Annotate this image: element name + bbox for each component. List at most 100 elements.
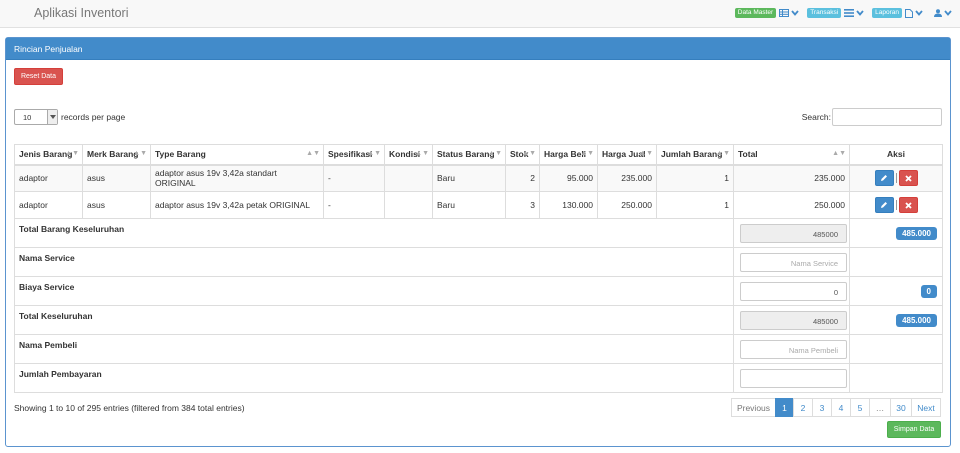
col-stok[interactable]: Stok ▲▼ — [505, 144, 540, 166]
page-previous[interactable]: Previous — [731, 398, 776, 417]
app-title[interactable]: Aplikasi Inventori — [34, 6, 129, 20]
panel-title: Rincian Penjualan — [6, 38, 950, 60]
cell-status: Baru — [432, 191, 506, 219]
total-barang-cell: 485000 — [733, 218, 850, 248]
nav-data-master[interactable]: Data Master — [734, 8, 799, 18]
summary-row-nama-pembeli: Nama Pembeli Nama Pembeli — [14, 334, 943, 364]
nav-user-menu[interactable] — [931, 9, 952, 17]
sort-icon: ▲▼ — [367, 150, 381, 157]
nama-pembeli-input[interactable]: Nama Pembeli — [740, 339, 847, 359]
col-jenis-barang[interactable]: Jenis Barang ▲▼ — [14, 144, 83, 166]
biaya-service-label: Biaya Service — [14, 276, 734, 306]
jumlah-pembayaran-input[interactable] — [740, 368, 847, 388]
cell-harga-jual: 235.000 — [597, 164, 657, 192]
save-data-button[interactable]: Simpan Data — [887, 421, 941, 438]
delete-button[interactable] — [898, 170, 918, 187]
pencil-icon — [881, 175, 887, 182]
cell-jenis: adaptor — [14, 191, 83, 219]
page-ellipsis: … — [869, 398, 891, 417]
total-keseluruhan-badge-cell: 485.000 — [849, 305, 943, 335]
total-keseluruhan-badge: 485.000 — [896, 313, 937, 327]
col-type-barang[interactable]: Type Barang ▲▼ — [150, 144, 324, 166]
cell-type: adaptor asus 19v 3,42a petak ORIGINAL — [150, 191, 324, 219]
cell-aksi — [849, 164, 943, 192]
sort-icon: ▲▼ — [133, 150, 147, 157]
col-status-barang[interactable]: Status Barang ▲▼ — [432, 144, 506, 166]
jumlah-pembayaran-cell — [733, 363, 850, 393]
col-merk-barang[interactable]: Merk Barang ▲▼ — [82, 144, 151, 166]
total-keseluruhan-field: 485000 — [740, 310, 847, 330]
summary-row-biaya-service: Biaya Service 0 0 — [14, 276, 943, 306]
page-30[interactable]: 30 — [890, 398, 912, 417]
sort-icon: ▲▼ — [65, 150, 79, 157]
action-separator — [895, 173, 897, 184]
page-3[interactable]: 3 — [812, 398, 832, 417]
col-total[interactable]: Total ▲▼ — [733, 144, 850, 166]
cell-stok: 3 — [505, 191, 540, 219]
col-harga-beli[interactable]: Harga Beli ▲▼ — [539, 144, 598, 166]
cell-spesifikasi: - — [323, 164, 385, 192]
nama-pembeli-cell: Nama Pembeli — [733, 334, 850, 364]
summary-row-total-barang: Total Barang Keseluruhan 485000 485.000 — [14, 218, 943, 248]
search-input[interactable] — [832, 108, 942, 126]
pencil-icon — [881, 202, 887, 208]
cell-stok: 2 — [505, 164, 540, 192]
col-aksi: Aksi — [849, 144, 943, 166]
sort-icon: ▲▼ — [415, 150, 429, 157]
cell-jenis: adaptor — [14, 164, 83, 192]
records-per-page-select[interactable]: 10 — [14, 109, 58, 125]
sales-detail-panel: Rincian Penjualan Reset Data 10 records … — [5, 37, 951, 447]
cell-status: Baru — [432, 164, 506, 192]
summary-row-nama-service: Nama Service Nama Service — [14, 247, 943, 277]
action-separator — [895, 200, 897, 210]
cell-merk: asus — [82, 164, 151, 192]
reset-data-button[interactable]: Reset Data — [14, 68, 63, 85]
cell-harga-beli: 95.000 — [539, 164, 598, 192]
table-search: Search: — [802, 108, 942, 126]
edit-button[interactable] — [874, 170, 894, 187]
jumlah-pembayaran-label: Jumlah Pembayaran — [14, 363, 734, 393]
page-1[interactable]: 1 — [775, 398, 794, 417]
summary-row-total-keseluruhan: Total Keseluruhan 485000 485.000 — [14, 305, 943, 335]
chevron-down-icon — [47, 110, 57, 124]
nama-service-input[interactable]: Nama Service — [740, 252, 847, 272]
cell-harga-beli: 130.000 — [539, 191, 598, 219]
cell-merk: asus — [82, 191, 151, 219]
search-label: Search: — [801, 112, 831, 122]
table-row: adaptor asus adaptor asus 19v 3,42a stan… — [14, 164, 943, 192]
pagination: Previous 1 2 3 4 5 … 30 Next — [731, 398, 941, 417]
sort-icon: ▲▼ — [306, 150, 320, 157]
nav-transaksi[interactable]: Transaksi — [807, 8, 864, 18]
col-spesifikasi[interactable]: Spesifikasi ▲▼ — [323, 144, 385, 166]
page-next[interactable]: Next — [911, 398, 941, 417]
page-5[interactable]: 5 — [850, 398, 870, 417]
nav-transaksi-label: Transaksi — [807, 8, 842, 18]
records-per-page-label: records per page — [61, 112, 126, 122]
biaya-service-input[interactable]: 0 — [740, 281, 847, 301]
records-per-page: 10 records per page — [14, 109, 125, 125]
sort-icon: ▲▼ — [832, 150, 846, 157]
file-icon — [905, 8, 913, 18]
top-navbar: Aplikasi Inventori Data Master Transaksi… — [0, 0, 960, 28]
edit-button[interactable] — [874, 197, 894, 213]
sort-icon: ▲▼ — [580, 150, 594, 157]
chevron-down-icon — [856, 10, 864, 16]
cell-jumlah: 1 — [656, 164, 734, 192]
col-jumlah-barang[interactable]: Jumlah Barang ▲▼ — [656, 144, 734, 166]
col-harga-jual[interactable]: Harga Jual ▲▼ — [597, 144, 657, 166]
total-barang-badge-cell: 485.000 — [849, 218, 943, 248]
nav-laporan[interactable]: Laporan — [872, 8, 923, 18]
page-4[interactable]: 4 — [831, 398, 851, 417]
delete-button[interactable] — [898, 197, 918, 213]
summary-row-jumlah-pembayaran: Jumlah Pembayaran — [14, 363, 943, 393]
nav-menu: Data Master Transaksi Laporan — [727, 8, 952, 18]
nama-pembeli-label: Nama Pembeli — [14, 334, 734, 364]
col-kondisi[interactable]: Kondisi ▲▼ — [384, 144, 433, 166]
page-2[interactable]: 2 — [793, 398, 813, 417]
cell-kondisi — [384, 191, 433, 219]
nav-data-master-label: Data Master — [734, 8, 777, 18]
total-barang-label: Total Barang Keseluruhan — [14, 218, 734, 248]
cell-harga-jual: 250.000 — [597, 191, 657, 219]
records-per-page-value: 10 — [23, 113, 32, 122]
sort-icon: ▲▼ — [716, 150, 730, 157]
